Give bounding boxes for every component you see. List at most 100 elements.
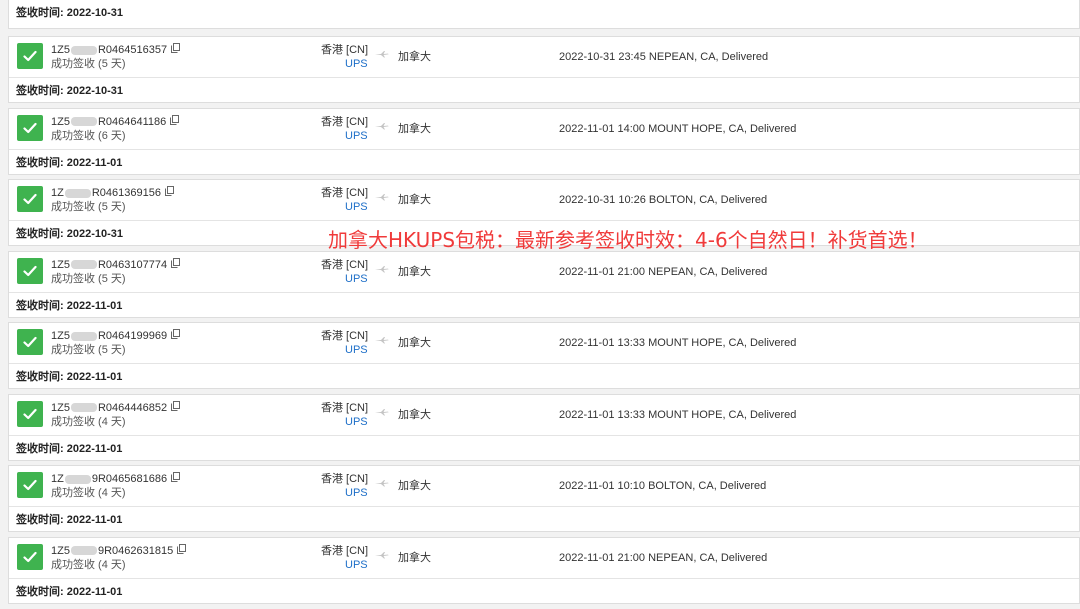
delivery-status: 成功签收 (5 天) [51,201,126,213]
tracking-number[interactable]: 1Z R0461369156 [51,186,174,200]
origin-country: 香港 [CN] [321,44,369,56]
last-tracking-event: 2022-11-01 13:33 MOUNT HOPE, CA, Deliver… [559,337,797,349]
shipment-summary: 1Z5 9R0462631815 成功签收 (4 天) 香港 [CN] UPS 加… [9,538,1079,579]
tracking-suffix: 9R0462631815 [97,544,174,557]
tracking-mask [70,331,97,341]
tracking-suffix: R0461369156 [91,187,161,199]
shipment-card[interactable]: 1Z5 R0464516357 成功签收 (5 天) 香港 [CN] UPS 加拿… [8,36,1080,103]
checkmark-icon [17,257,43,284]
destination-country: 加拿大 [398,337,431,349]
origin-country: 香港 [CN] [321,187,369,199]
plane-icon [375,51,389,58]
sign-time-value: 2022-11-01 [66,156,123,169]
last-tracking-event: 2022-11-01 21:00 NEPEAN, CA, Delivered [559,551,768,564]
delivery-status: 成功签收 (5 天) [51,272,126,285]
tracking-number[interactable]: 1Z5 R0463107774 [51,257,181,272]
copy-icon[interactable] [171,400,181,415]
tracking-mask [70,260,97,270]
tracking-suffix: R0464446852 [97,401,168,414]
copy-icon[interactable] [164,186,174,200]
tracking-number[interactable]: 1Z5 R0464641186 [51,114,180,129]
tracking-prefix: 1Z5 [51,115,70,128]
sign-time-row: 签收时间: 2022-11-01 [9,150,1079,175]
sign-time-value: 2022-11-01 [66,299,123,312]
shipment-card[interactable]: 1Z5 R0464446852 成功签收 (4 天) 香港 [CN] UPS 加拿… [8,393,1080,461]
delivery-status: 成功签收 (4 天) [51,487,126,499]
shipment-card[interactable]: 1Z5 R0464199969 成功签收 (5 天) 香港 [CN] UPS 加拿… [8,322,1080,389]
plane-icon [375,194,389,201]
copy-icon[interactable] [177,543,187,558]
sign-time-row: 签收时间: 2022-11-01 [9,579,1079,604]
sign-time-label: 签收时间: [16,156,64,169]
sign-time-row: 签收时间: 2022-11-01 [9,364,1079,389]
shipment-card[interactable]: 1Z 9R0465681686 成功签收 (4 天) 香港 [CN] UPS 加拿… [8,465,1080,532]
copy-icon[interactable] [171,472,181,486]
origin-country: 香港 [CN] [321,258,369,271]
tracking-number[interactable]: 1Z5 9R0462631815 [51,543,187,558]
shipment-card-partial: 签收时间: 2022-10-31 [8,0,1080,29]
last-tracking-event: 2022-10-31 23:45 NEPEAN, CA, Delivered [559,51,769,63]
tracking-mask [70,403,97,413]
sign-time-value: 2022-11-01 [66,442,123,455]
shipment-card[interactable]: 1Z5 9R0462631815 成功签收 (4 天) 香港 [CN] UPS 加… [8,536,1080,604]
shipment-summary: 1Z5 R0464641186 成功签收 (6 天) 香港 [CN] UPS 加拿… [9,109,1079,150]
shipment-summary: 1Z5 R0464199969 成功签收 (5 天) 香港 [CN] UPS 加拿… [9,323,1079,364]
delivery-status: 成功签收 (5 天) [51,58,126,70]
sign-time-row: 签收时间: 2022-11-01 [9,436,1079,461]
shipment-summary: 1Z5 R0463107774 成功签收 (5 天) 香港 [CN] UPS 加拿… [9,252,1079,293]
plane-icon [375,551,389,558]
tracking-mask [70,45,97,55]
plane-icon [375,337,389,344]
last-tracking-event: 2022-11-01 14:00 MOUNT HOPE, CA, Deliver… [559,122,797,135]
origin-country: 香港 [CN] [321,115,369,128]
sign-time-value: 2022-10-31 [66,85,124,97]
copy-icon[interactable] [171,329,181,343]
last-tracking-event: 2022-11-01 10:10 BOLTON, CA, Delivered [559,480,767,492]
delivery-status: 成功签收 (4 天) [51,415,126,428]
tracking-number[interactable]: 1Z5 R0464446852 [51,400,181,415]
sign-time-value: 2022-11-01 [66,585,123,598]
sign-time-label: 签收时间: [16,85,64,97]
carrier-link[interactable]: UPS [345,272,368,286]
tracking-prefix: 1Z5 [51,258,70,271]
origin-country: 香港 [CN] [321,473,369,485]
sign-time-label: 签收时间: [16,299,64,312]
copy-icon[interactable] [171,257,181,272]
checkmark-icon [17,329,43,355]
shipment-card[interactable]: 1Z5 R0463107774 成功签收 (5 天) 香港 [CN] UPS 加拿… [8,250,1080,318]
copy-icon[interactable] [171,43,181,57]
carrier-link[interactable]: UPS [345,415,368,429]
sign-time-value: 2022-10-31 [66,228,124,240]
copy-icon[interactable] [170,114,180,129]
destination-country: 加拿大 [398,265,431,278]
tracking-prefix: 1Z [51,187,64,199]
origin-country: 香港 [CN] [321,330,369,342]
tracking-mask [64,474,91,484]
last-tracking-event: 2022-11-01 21:00 NEPEAN, CA, Delivered [559,265,768,278]
sign-time-label: 签收时间: [16,442,64,455]
destination-country: 加拿大 [398,122,431,135]
sign-time-row: 签收时间: 2022-11-01 [9,507,1079,532]
plane-icon [375,408,389,415]
sign-time-label: 签收时间: [16,228,64,240]
carrier-link[interactable]: UPS [345,129,368,143]
carrier-link[interactable]: UPS [345,343,368,357]
carrier-link[interactable]: UPS [345,558,368,572]
tracking-mask [70,117,97,127]
tracking-suffix: R0463107774 [97,258,168,271]
tracking-number[interactable]: 1Z5 R0464199969 [51,329,181,343]
destination-country: 加拿大 [398,51,431,63]
checkmark-icon [17,186,43,212]
carrier-link[interactable]: UPS [345,200,368,214]
tracking-number[interactable]: 1Z 9R0465681686 [51,472,181,486]
tracking-prefix: 1Z [51,473,64,485]
carrier-link[interactable]: UPS [345,57,368,71]
delivery-status: 成功签收 (6 天) [51,129,126,142]
shipment-summary: 1Z5 R0464446852 成功签收 (4 天) 香港 [CN] UPS 加拿… [9,395,1079,436]
origin-country: 香港 [CN] [321,544,369,557]
shipment-card[interactable]: 1Z5 R0464641186 成功签收 (6 天) 香港 [CN] UPS 加拿… [8,107,1080,175]
checkmark-icon [17,543,43,570]
checkmark-icon [17,472,43,498]
tracking-number[interactable]: 1Z5 R0464516357 [51,43,181,57]
carrier-link[interactable]: UPS [345,486,368,500]
